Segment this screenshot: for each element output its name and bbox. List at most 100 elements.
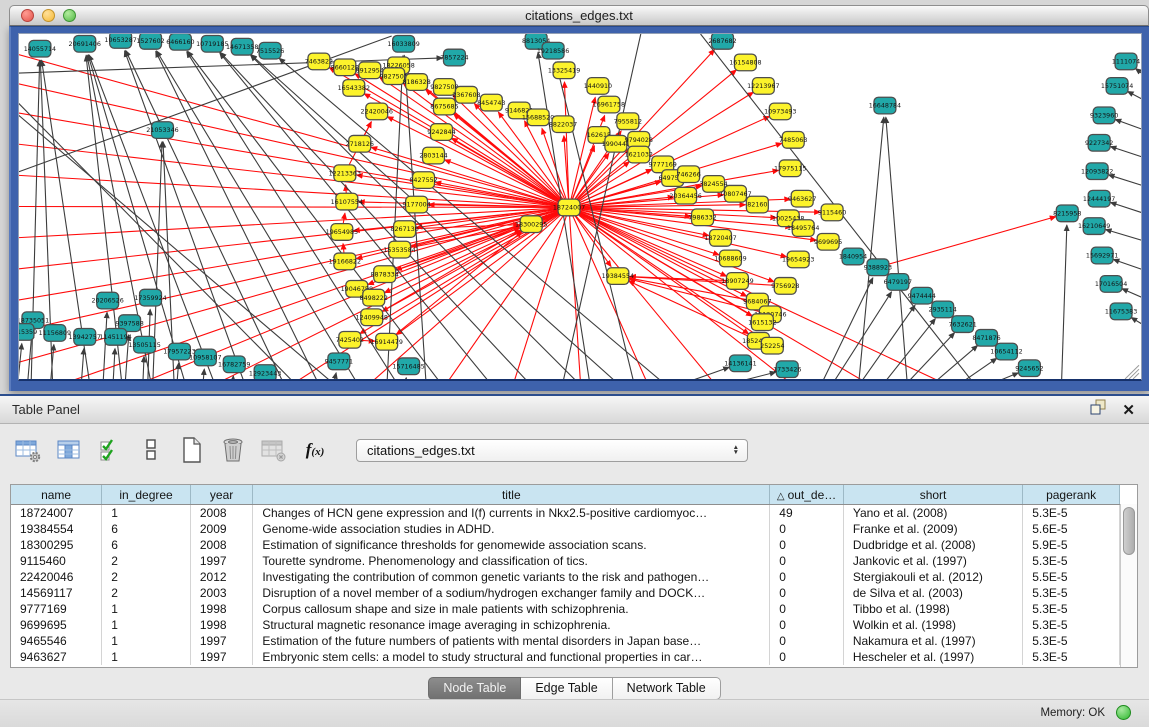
graph-node[interactable]: 8215958: [1053, 205, 1081, 222]
delete-table-icon[interactable]: [219, 436, 247, 464]
graph-node[interactable]: 10719185: [196, 35, 228, 52]
table-row[interactable]: 911546021997Tourette syndrome. Phenomeno…: [11, 553, 1120, 569]
tab-network-table[interactable]: Network Table: [613, 677, 721, 700]
table-row[interactable]: 977716911998Corpus callosum shape and si…: [11, 601, 1120, 617]
table-row[interactable]: 946362711997Embryonic stem cells: a mode…: [11, 649, 1120, 665]
graph-node[interactable]: 14671358: [226, 38, 258, 55]
table-vertical-scrollbar[interactable]: [1120, 504, 1137, 667]
graph-node[interactable]: 746266: [676, 166, 700, 183]
graph-node[interactable]: 10653287: [104, 34, 136, 48]
graph-node[interactable]: 14136141: [724, 355, 756, 372]
table-row[interactable]: 946554611997Estimation of the future num…: [11, 633, 1120, 649]
window-titlebar[interactable]: citations_edges.txt: [9, 5, 1149, 26]
graph-node[interactable]: 6479197: [884, 274, 912, 291]
column-header-short[interactable]: short: [843, 485, 1022, 505]
graph-node[interactable]: 2718126: [346, 135, 374, 152]
graph-node[interactable]: 1621032: [625, 146, 653, 163]
graph-node[interactable]: 1440910: [584, 78, 612, 95]
graph-node[interactable]: 12444197: [1083, 190, 1115, 207]
graph-node[interactable]: 1111074: [1112, 53, 1140, 70]
format-columns-icon[interactable]: [55, 436, 83, 464]
graph-node[interactable]: 2803144: [419, 147, 447, 164]
graph-node[interactable]: 7632621: [948, 316, 976, 333]
graph-node[interactable]: 9457771: [325, 353, 353, 370]
graph-node[interactable]: 16033809: [387, 35, 419, 52]
graph-node[interactable]: 8427552: [409, 172, 437, 189]
graph-node[interactable]: 1615132: [748, 314, 776, 331]
graph-node[interactable]: 8878334: [371, 266, 399, 283]
graph-node[interactable]: 82160: [746, 196, 768, 213]
column-header-pagerank[interactable]: pagerank: [1023, 485, 1120, 505]
graph-node[interactable]: 9245652: [1015, 360, 1043, 377]
table-row[interactable]: 1830029562008Estimation of significance …: [11, 537, 1120, 553]
resize-grip-icon[interactable]: [1125, 365, 1139, 379]
graph-node[interactable]: 7515526: [256, 42, 284, 59]
graph-node[interactable]: 12093822: [1081, 163, 1113, 180]
graph-node[interactable]: 7425402: [336, 331, 364, 348]
column-header-year[interactable]: year: [190, 485, 252, 505]
graph-node[interactable]: 16648784: [869, 97, 901, 114]
table-settings-icon[interactable]: [14, 436, 42, 464]
graph-node[interactable]: 14055714: [24, 40, 56, 57]
graph-node[interactable]: 7955812: [614, 113, 642, 130]
close-panel-icon[interactable]: ✕: [1122, 401, 1135, 419]
graph-node[interactable]: 8267130: [390, 221, 418, 238]
graph-node[interactable]: 18907249: [721, 273, 753, 290]
column-header-title[interactable]: title: [253, 485, 770, 505]
graph-node[interactable]: 18720407: [704, 230, 736, 247]
tab-edge-table[interactable]: Edge Table: [521, 677, 612, 700]
table-row[interactable]: 1938455462009Genome-wide association stu…: [11, 521, 1120, 537]
graph-node[interactable]: 15692971: [1086, 247, 1118, 264]
graph-node[interactable]: 13505115: [128, 336, 160, 353]
graph-node[interactable]: 16210649: [1078, 218, 1110, 235]
graph-node[interactable]: 16961758: [593, 96, 625, 113]
graph-node[interactable]: 252254: [760, 337, 784, 354]
graph-node[interactable]: 8675685: [430, 98, 458, 115]
graph-node[interactable]: 20691406: [69, 35, 101, 52]
graph-node[interactable]: 17016504: [1095, 276, 1127, 293]
graph-node[interactable]: 15716485: [392, 358, 424, 375]
graph-node[interactable]: 12923443: [249, 365, 281, 379]
graph-node[interactable]: 9388923: [864, 259, 892, 276]
graph-node[interactable]: 2935114: [929, 301, 957, 318]
scrollbar-thumb[interactable]: [1123, 507, 1135, 555]
graph-node[interactable]: 7485063: [779, 132, 807, 149]
select-columns-icon[interactable]: [96, 436, 124, 464]
graph-node[interactable]: 13325419: [548, 62, 580, 79]
graph-node[interactable]: 9115460: [818, 204, 846, 221]
network-graph[interactable]: 1405571420691406106532871527602646616010…: [19, 34, 1141, 379]
graph-node[interactable]: 7986332: [688, 209, 716, 226]
graph-node[interactable]: 16154808: [729, 54, 761, 71]
merge-tables-icon[interactable]: [137, 436, 165, 464]
graph-node[interactable]: 8454743: [477, 94, 505, 111]
graph-node[interactable]: 6466160: [166, 34, 194, 50]
create-table-icon[interactable]: [178, 436, 206, 464]
graph-node[interactable]: 10973493: [764, 103, 796, 120]
graph-node[interactable]: 13942757: [69, 329, 101, 346]
graph-node[interactable]: 3824554: [699, 176, 727, 193]
graph-node[interactable]: 9242844: [427, 124, 455, 141]
graph-node[interactable]: 9227342: [1085, 134, 1113, 151]
graph-node[interactable]: 8471876: [972, 330, 1000, 347]
function-builder-icon[interactable]: f(x): [301, 436, 329, 464]
table-selector-dropdown[interactable]: citations_edges.txt ▲▼: [356, 439, 748, 462]
graph-node[interactable]: 9474444: [908, 287, 936, 304]
column-header-out_de[interactable]: △out_de…: [770, 485, 844, 505]
graph-node[interactable]: 9323960: [1090, 107, 1118, 124]
graph-node[interactable]: 19654923: [782, 251, 814, 268]
graph-node[interactable]: 7857224: [440, 49, 468, 66]
network-canvas[interactable]: 1405571420691406106532871527602646616010…: [18, 33, 1142, 381]
import-table-icon[interactable]: [260, 436, 288, 464]
graph-node[interactable]: 8498222: [360, 289, 388, 306]
column-header-in_degree[interactable]: in_degree: [102, 485, 191, 505]
table-row[interactable]: 1872400712008Changes of HCN gene express…: [11, 505, 1120, 522]
table-row[interactable]: 1456911722003Disruption of a novel membe…: [11, 585, 1120, 601]
graph-node[interactable]: 16914479: [370, 333, 402, 350]
graph-node[interactable]: 9463627: [788, 190, 816, 207]
graph-node[interactable]: 9177004: [402, 196, 430, 213]
column-header-name[interactable]: name: [11, 485, 102, 505]
graph-node[interactable]: 2687682: [708, 34, 736, 49]
table-row[interactable]: 2242004622012Investigating the contribut…: [11, 569, 1120, 585]
graph-node[interactable]: 10688609: [714, 250, 746, 267]
graph-node[interactable]: 7463822: [305, 53, 333, 70]
